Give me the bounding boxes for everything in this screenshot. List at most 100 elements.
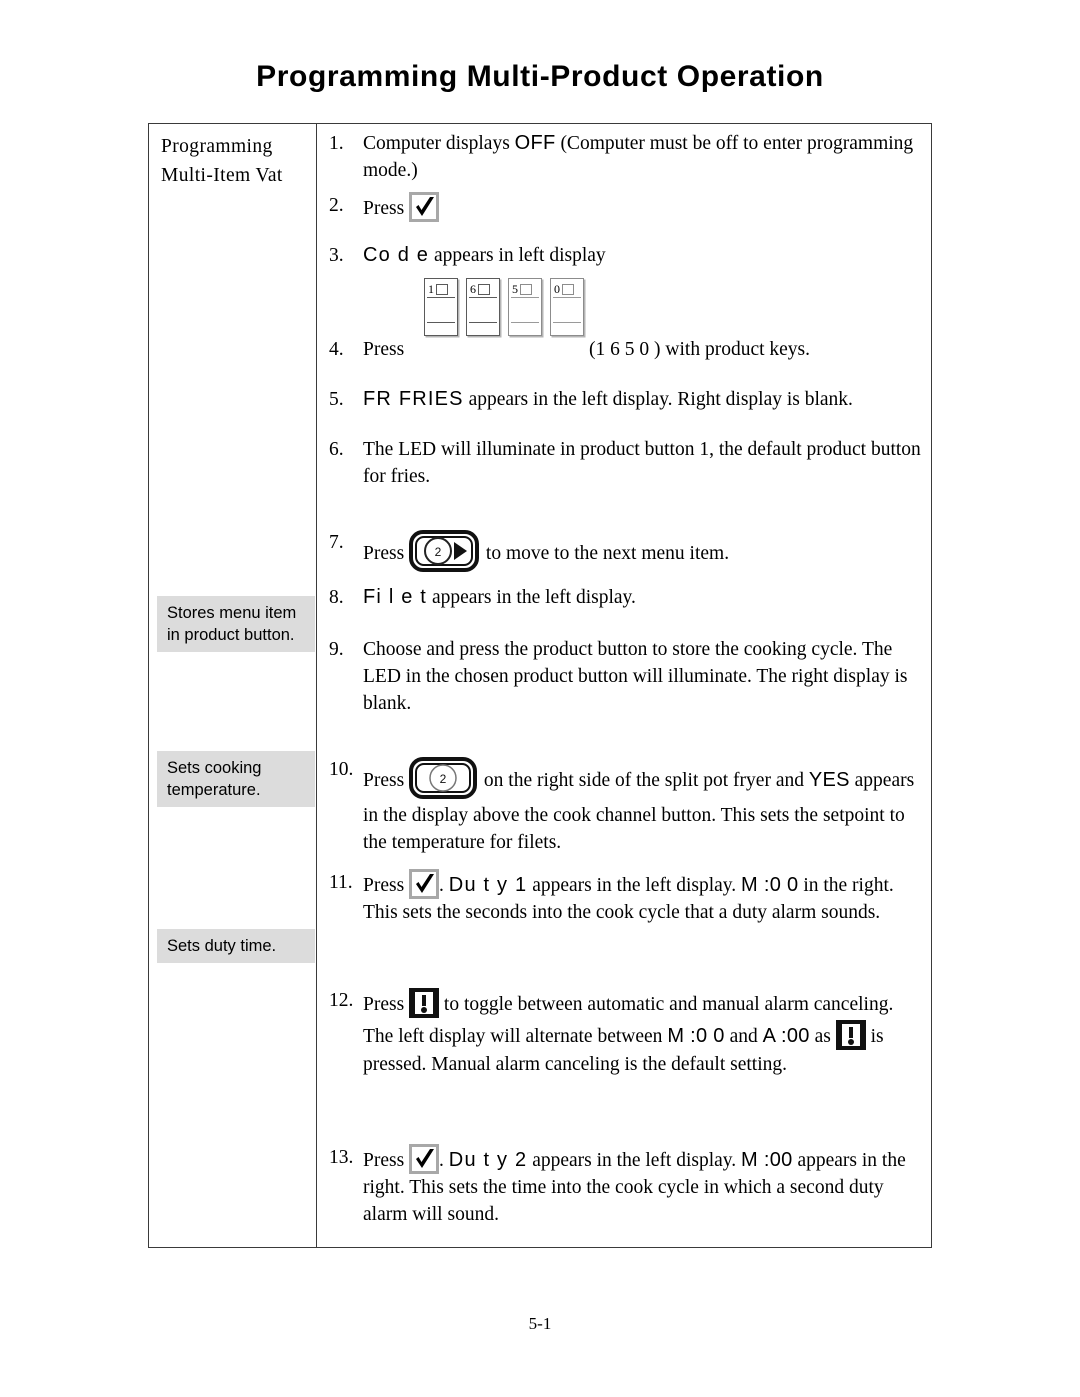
- step-text-post: to move to the next menu item.: [481, 543, 730, 564]
- cook-channel-button-icon[interactable]: 2: [409, 756, 479, 802]
- product-key-face: [469, 298, 497, 323]
- step-number: 2.: [329, 195, 344, 216]
- alarm-button-icon[interactable]: [835, 1019, 866, 1051]
- product-key-5[interactable]: 5: [508, 278, 542, 336]
- checkmark-button-icon[interactable]: [409, 1144, 440, 1174]
- product-keys-group: 1 6 5 0: [424, 278, 584, 336]
- callout-stores-menu-item: Stores menu item in product button.: [157, 596, 315, 652]
- svg-text:2: 2: [435, 545, 442, 559]
- step-text: Fi l e t appears in the left display.: [363, 584, 921, 611]
- step-text: The LED will illuminate in product butto…: [363, 439, 921, 487]
- led-indicator-icon: [478, 283, 490, 295]
- step-text-post: appears in left display: [429, 245, 606, 266]
- step-text: FR FRIES appears in the left display. Ri…: [363, 386, 921, 413]
- step-text: Computer displays OFF (Computer must be …: [363, 130, 921, 184]
- product-key-face: [553, 298, 581, 323]
- product-key-6[interactable]: 6: [466, 278, 500, 336]
- checkmark-button-icon[interactable]: [409, 192, 440, 222]
- led-indicator-icon: [562, 283, 574, 295]
- step-7: 7. Press 2 to move to the next menu item…: [329, 529, 921, 575]
- step-text: Co d e appears in left display: [363, 242, 921, 269]
- product-key-face: [511, 298, 539, 323]
- step-text-mid2: and: [724, 1026, 763, 1047]
- step-number: 1.: [329, 133, 344, 154]
- step-text-pre: Press: [363, 875, 410, 896]
- table-left-column: Programming Multi-Item Vat Stores menu i…: [149, 124, 317, 1247]
- step-text-post: appears in the left display. Right displ…: [463, 389, 853, 410]
- step-text: Press . Du t y 2 appears in the left dis…: [363, 1144, 921, 1228]
- step-number: 3.: [329, 245, 344, 266]
- step-text-pre: Press: [363, 770, 410, 791]
- display-value: YES: [808, 769, 850, 791]
- step-text-pre: Press: [363, 543, 410, 564]
- step-text-mid: .: [439, 875, 449, 896]
- callout-line2: temperature.: [167, 781, 261, 799]
- svg-text:2: 2: [440, 772, 447, 786]
- step-text-post: appears in the left display.: [427, 587, 636, 608]
- step-number: 7.: [329, 532, 344, 553]
- left-column-header: Programming Multi-Item Vat: [161, 132, 311, 190]
- step-text-pre: Computer displays: [363, 133, 515, 154]
- product-key-0[interactable]: 0: [550, 278, 584, 336]
- step-2: 2. Press: [329, 192, 921, 222]
- product-key-digit: 6: [470, 282, 476, 296]
- procedure-table: Programming Multi-Item Vat Stores menu i…: [148, 123, 932, 1248]
- callout-line2: in product button.: [167, 626, 295, 644]
- step-text: Choose and press the product button to s…: [363, 639, 908, 714]
- step-8: 8. Fi l e t appears in the left display.: [329, 584, 921, 611]
- step-text: Press 2 to move to the next menu item.: [363, 529, 921, 575]
- display-value: OFF: [514, 132, 556, 154]
- step-text-pre: Press: [363, 994, 410, 1015]
- product-key-face: [427, 298, 455, 323]
- callout-line1: Sets cooking: [167, 759, 262, 777]
- step-text: Press 2 on the right side of the split p…: [363, 756, 921, 856]
- product-key-top: 0: [553, 281, 581, 298]
- page-title: Programming Multi-Product Operation: [256, 60, 824, 93]
- display-value: Du t y 2: [448, 1149, 528, 1171]
- callout-line1: Sets duty time.: [167, 937, 277, 955]
- display-value-alt: A :00: [762, 1025, 810, 1047]
- step-6: 6. The LED will illuminate in product bu…: [329, 436, 921, 490]
- step-text-pre: Press: [363, 339, 410, 360]
- step-5: 5. FR FRIES appears in the left display.…: [329, 386, 921, 413]
- callout-line1: Stores menu item: [167, 604, 297, 622]
- product-key-digit: 5: [512, 282, 518, 296]
- step-text-mid: on the right side of the split pot fryer…: [479, 770, 809, 791]
- step-text-mid: .: [439, 1150, 449, 1171]
- product-key-top: 6: [469, 281, 497, 298]
- callout-sets-duty-time: Sets duty time.: [157, 929, 315, 963]
- step-text-pre: Press: [363, 198, 410, 219]
- left-column-header-line1: Programming: [161, 136, 273, 157]
- step-1: 1. Computer displays OFF (Computer must …: [329, 130, 921, 184]
- step-number: 13.: [329, 1147, 354, 1168]
- product-key-top: 5: [511, 281, 539, 298]
- display-value: M :0 0: [667, 1025, 725, 1047]
- left-column-header-line2: Multi-Item Vat: [161, 165, 283, 186]
- display-value-right: M :0 0: [741, 874, 799, 896]
- step-text: Press (1 6 5 0 ) with product keys. 1 6 …: [363, 278, 921, 363]
- display-value: Du t y 1: [448, 874, 528, 896]
- step-number: 11.: [329, 872, 353, 893]
- product-key-top: 1: [427, 281, 455, 298]
- step-text-mid2: appears in the left display.: [527, 875, 742, 896]
- display-value: Co d e: [363, 244, 430, 266]
- display-value: FR FRIES: [363, 388, 464, 410]
- step-text: Press . Du t y 1 appears in the left dis…: [363, 869, 921, 926]
- product-key-digit: 1: [428, 282, 434, 296]
- alarm-button-icon[interactable]: [409, 987, 440, 1019]
- step-10: 10. Press 2 on the right side of the spl…: [329, 756, 921, 856]
- step-4: 4. Press (1 6 5 0 ) with product keys. 1…: [329, 278, 921, 363]
- step-text-mid3: as: [809, 1026, 836, 1047]
- cook-channel-next-button-icon[interactable]: 2: [409, 529, 481, 575]
- led-indicator-icon: [520, 283, 532, 295]
- product-key-1[interactable]: 1: [424, 278, 458, 336]
- step-9: 9. Choose and press the product button t…: [329, 636, 921, 717]
- step-12: 12. Press to toggle between automatic an…: [329, 987, 921, 1078]
- table-right-column: 1. Computer displays OFF (Computer must …: [317, 124, 931, 1247]
- checkmark-button-icon[interactable]: [409, 869, 440, 899]
- step-number: 6.: [329, 439, 344, 460]
- step-text-post: (1 6 5 0 ) with product keys.: [589, 339, 811, 360]
- display-value-right: M :00: [741, 1149, 793, 1171]
- step-text-pre: Press: [363, 1150, 410, 1171]
- display-value: Fi l e t: [363, 586, 428, 608]
